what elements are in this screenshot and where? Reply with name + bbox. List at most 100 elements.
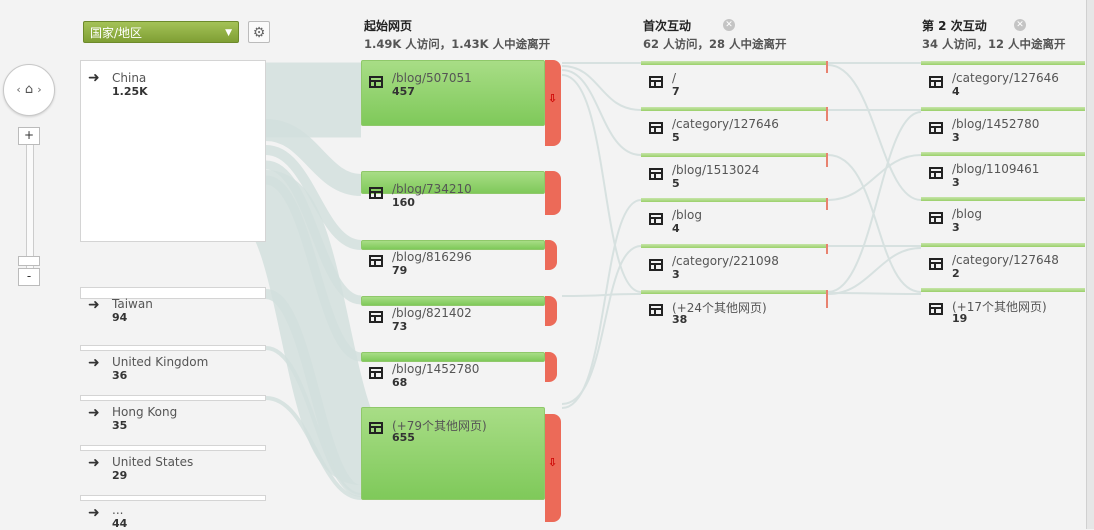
dropoff-bar[interactable] — [545, 240, 557, 270]
page-value: 7 — [672, 85, 680, 98]
dropoff-bar[interactable] — [826, 61, 828, 73]
column-subtitle-first: 62 人访问，28 人中途离开 — [643, 37, 787, 51]
settings-button[interactable]: ⚙ — [248, 21, 270, 43]
flow-s6-i5[interactable] — [561, 245, 642, 405]
page-icon — [649, 76, 663, 88]
zoom-slider-track[interactable] — [26, 140, 34, 272]
dropoff-arrow-icon: ⇩ — [548, 92, 558, 105]
dropoff-bar[interactable] — [826, 153, 828, 167]
interaction-node[interactable] — [641, 153, 828, 157]
flow-s3-i6[interactable] — [561, 293, 642, 297]
home-button[interactable]: ‹ ⌂ › — [3, 64, 55, 116]
start-page-node[interactable] — [361, 352, 545, 362]
page-name: /blog/1513024 — [672, 163, 760, 177]
close-column-icon[interactable]: ✕ — [723, 19, 735, 31]
flow-s6-i4[interactable] — [561, 199, 642, 409]
page-name: /category/127646 — [952, 71, 1059, 85]
dropoff-bar[interactable] — [826, 290, 828, 308]
page-icon — [649, 213, 663, 225]
start-page-node[interactable] — [361, 240, 545, 250]
interaction-node[interactable] — [921, 288, 1085, 292]
home-icon: ⌂ — [24, 82, 34, 97]
country-node[interactable] — [80, 395, 266, 401]
dropoff-bar[interactable]: ⇩ — [545, 60, 561, 146]
dropoff-bar[interactable] — [826, 107, 828, 121]
flow-s1-i3[interactable] — [561, 69, 642, 156]
column-title-first: 首次互动 — [643, 19, 692, 33]
country-node[interactable] — [80, 345, 266, 351]
country-node[interactable] — [80, 495, 266, 501]
interaction-node[interactable] — [641, 244, 828, 248]
dropoff-bar[interactable] — [826, 244, 828, 254]
interaction-node[interactable] — [641, 107, 828, 111]
page-icon — [369, 187, 383, 199]
interaction-node[interactable] — [641, 198, 828, 202]
interaction-node[interactable] — [921, 107, 1085, 111]
page-icon — [369, 255, 383, 267]
page-value: 3 — [952, 221, 960, 234]
page-icon — [649, 122, 663, 134]
scrollbar[interactable] — [1086, 0, 1094, 529]
country-name: United States — [112, 455, 194, 469]
page-value: 79 — [392, 264, 408, 277]
page-value: 3 — [672, 268, 680, 281]
country-node[interactable] — [80, 60, 266, 242]
interaction-node[interactable] — [921, 197, 1085, 201]
dropoff-bar[interactable] — [545, 171, 561, 215]
dropoff-bar[interactable]: ⇩ — [545, 414, 561, 522]
page-value: 5 — [672, 177, 680, 190]
interaction-node[interactable] — [921, 61, 1085, 65]
zoom-out-button[interactable]: - — [18, 268, 40, 286]
dropoff-bar[interactable] — [545, 352, 557, 382]
page-value: 19 — [952, 312, 968, 325]
page-icon — [929, 258, 943, 270]
interaction-node[interactable] — [641, 61, 828, 65]
chevron-left-icon: ‹ — [16, 83, 21, 96]
country-value: 35 — [112, 419, 128, 432]
dropoff-bar[interactable] — [826, 198, 828, 210]
page-icon — [369, 76, 383, 88]
country-name: United Kingdom — [112, 355, 209, 369]
dimension-select-label: 国家/地区 — [90, 26, 143, 40]
flow-i6-j2[interactable] — [827, 111, 922, 293]
interaction-node[interactable] — [921, 152, 1085, 156]
country-name: China — [112, 71, 147, 85]
dropoff-bar[interactable] — [545, 296, 557, 326]
interaction-node[interactable] — [641, 290, 828, 294]
page-icon — [649, 168, 663, 180]
page-icon — [929, 122, 943, 134]
page-value: 5 — [672, 131, 680, 144]
zoom-slider-handle[interactable] — [18, 256, 40, 266]
page-name: /category/221098 — [672, 254, 779, 268]
chevron-right-icon: › — [37, 83, 42, 96]
flow-i6-j6[interactable] — [827, 292, 922, 295]
page-icon — [929, 303, 943, 315]
dropoff-arrow-icon: ⇩ — [548, 456, 558, 469]
page-value: 38 — [672, 313, 688, 326]
dimension-select[interactable]: 国家/地区 ▼ — [83, 21, 239, 43]
page-name: /category/127648 — [952, 253, 1059, 267]
entrance-arrow-icon: ➜ — [88, 505, 100, 521]
page-value: 3 — [952, 176, 960, 189]
page-value: 4 — [952, 85, 960, 98]
column-title-second: 第 2 次互动 — [922, 19, 987, 33]
dropdown-arrow-icon: ▼ — [225, 28, 232, 38]
start-page-node[interactable] — [361, 60, 545, 126]
start-page-node[interactable] — [361, 296, 545, 306]
page-value: 2 — [952, 267, 960, 280]
page-value: 3 — [952, 131, 960, 144]
gear-icon: ⚙ — [252, 25, 266, 41]
page-value: 68 — [392, 376, 408, 389]
flow-i1-j4[interactable] — [827, 64, 922, 201]
entrance-arrow-icon: ➜ — [88, 355, 100, 371]
page-icon — [369, 367, 383, 379]
page-icon — [649, 304, 663, 316]
close-column-icon[interactable]: ✕ — [1014, 19, 1026, 31]
country-node[interactable] — [80, 445, 266, 451]
page-name: /blog/734210 — [392, 182, 472, 196]
interaction-node[interactable] — [921, 243, 1085, 247]
zoom-in-button[interactable]: + — [18, 127, 40, 145]
column-title-start: 起始网页 — [364, 19, 413, 33]
page-name: /blog/1109461 — [952, 162, 1040, 176]
country-node[interactable] — [80, 287, 266, 299]
